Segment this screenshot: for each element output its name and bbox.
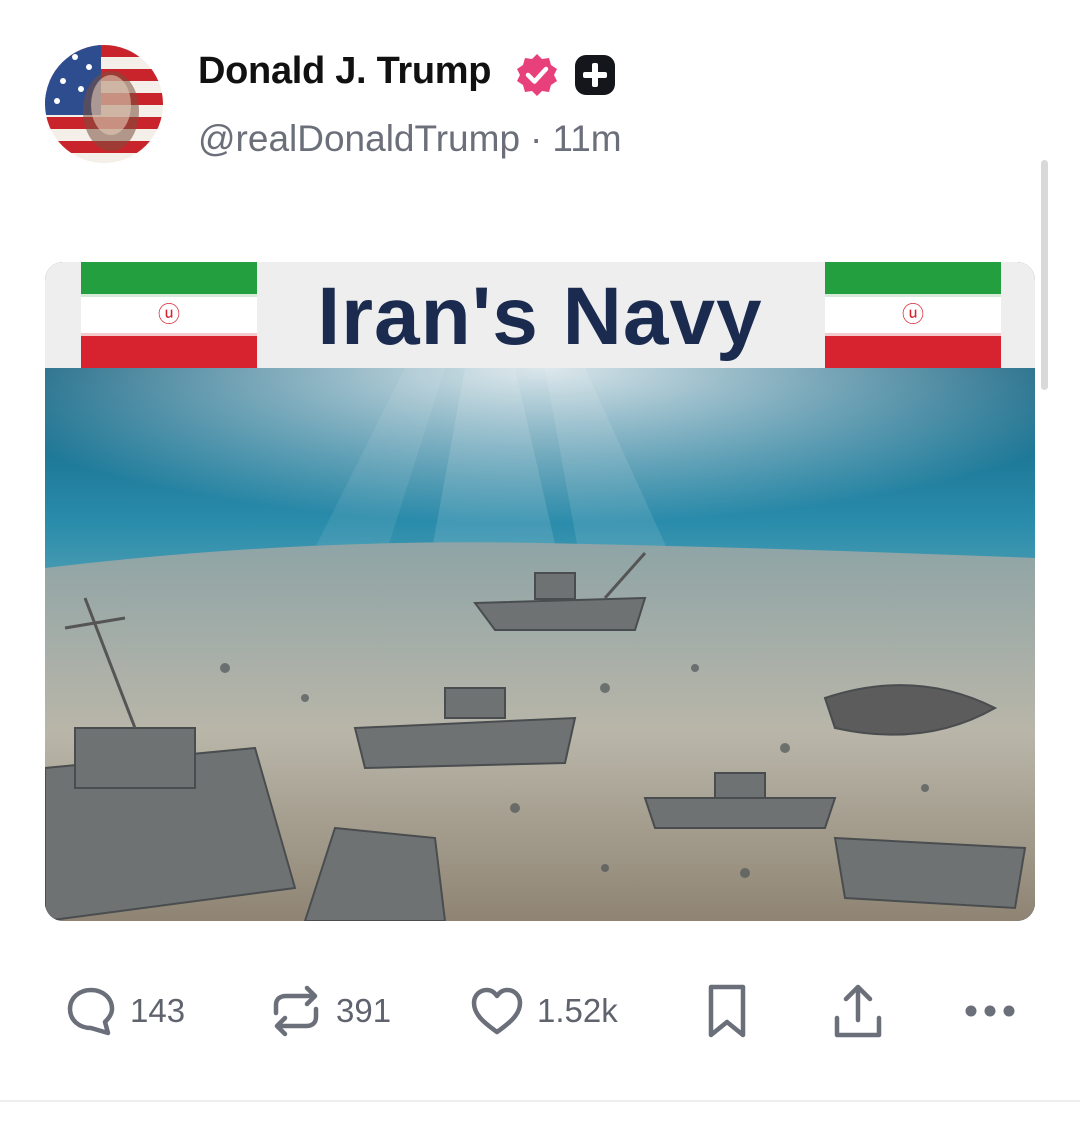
author-name[interactable]: Donald J. Trump bbox=[198, 50, 492, 93]
avatar-image bbox=[45, 45, 163, 163]
heart-icon bbox=[471, 987, 523, 1035]
repost-count: 391 bbox=[336, 992, 392, 1029]
verified-badge-icon bbox=[517, 54, 557, 96]
like-count: 1.52k bbox=[537, 992, 618, 1029]
post-time[interactable]: 11m bbox=[552, 118, 621, 159]
repost-icon bbox=[273, 985, 319, 1037]
author-handle[interactable]: @realDonaldTrump bbox=[198, 118, 520, 159]
divider bbox=[0, 1100, 1080, 1102]
bookmark-button[interactable] bbox=[706, 980, 748, 1042]
separator: · bbox=[530, 118, 543, 159]
share-icon bbox=[834, 984, 882, 1038]
post-image[interactable]: ⓤ Iran's Navy ⓤ bbox=[45, 262, 1035, 921]
bookmark-icon bbox=[708, 984, 746, 1038]
more-icon bbox=[965, 1005, 1015, 1017]
share-button[interactable] bbox=[832, 980, 884, 1042]
like-button[interactable]: 1.52k bbox=[469, 980, 618, 1042]
plus-badge-icon bbox=[575, 55, 615, 95]
repost-button[interactable]: 391 bbox=[268, 980, 391, 1042]
reply-icon bbox=[67, 987, 115, 1036]
scrollbar[interactable] bbox=[1041, 160, 1048, 390]
reply-count: 143 bbox=[130, 992, 186, 1029]
action-bar: 143 391 1.52k bbox=[0, 980, 1080, 1042]
iran-flag-icon: ⓤ bbox=[825, 262, 1001, 368]
reply-button[interactable]: 143 bbox=[64, 980, 185, 1042]
avatar[interactable] bbox=[45, 45, 163, 163]
handle-line: @realDonaldTrump · 11m bbox=[198, 118, 622, 160]
underwater-shipwreck-scene bbox=[45, 368, 1035, 921]
svg-text:ⓤ: ⓤ bbox=[902, 303, 924, 328]
more-button[interactable] bbox=[963, 980, 1017, 1042]
image-banner: ⓤ Iran's Navy ⓤ bbox=[45, 262, 1035, 370]
